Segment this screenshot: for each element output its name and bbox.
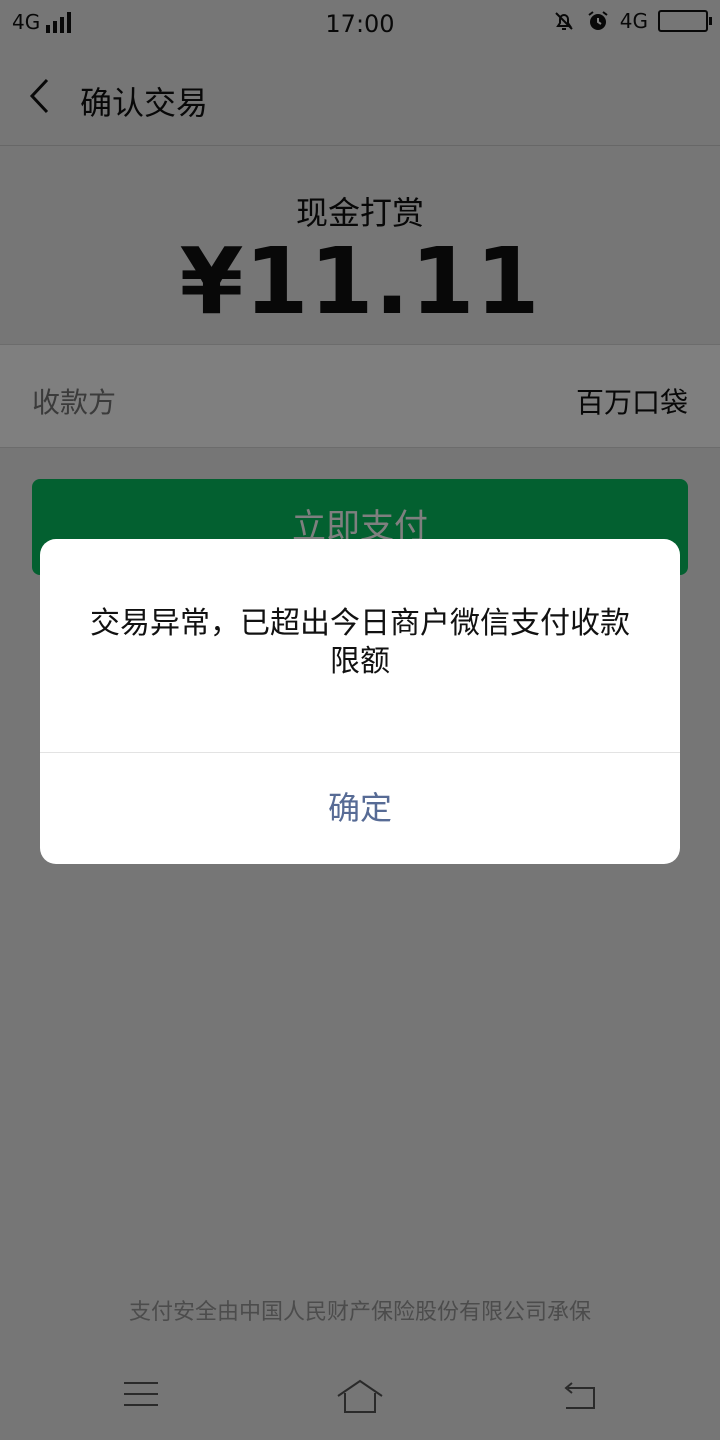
dialog-message: 交易异常，已超出今日商户微信支付收款限额 <box>90 606 630 679</box>
payment-confirm-screen: 4G 17:00 4G 确认交易 现金打赏 <box>0 0 720 1440</box>
alert-dialog: 交易异常，已超出今日商户微信支付收款限额 确定 <box>40 539 680 864</box>
dialog-ok-button[interactable]: 确定 <box>40 753 680 864</box>
